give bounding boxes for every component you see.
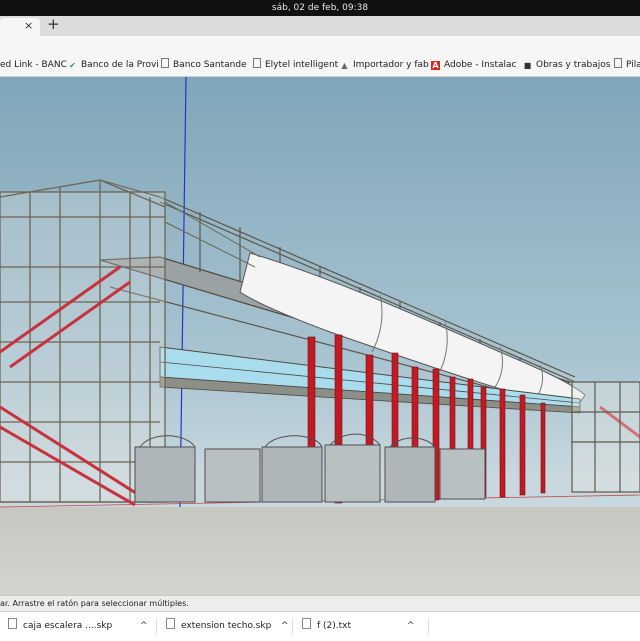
bookmark-label: ed Link - BANC [0, 60, 67, 70]
download-filename: f (2).txt [317, 621, 352, 631]
bookmark-item[interactable]: Elytel intelligent [253, 54, 338, 76]
status-bar: ar. Arrastre el ratón para seleccionar m… [0, 595, 640, 611]
download-filename: extension techo.skp [181, 621, 272, 631]
bookmark-label: Banco Santande [173, 60, 247, 70]
downloads-bar: caja escalera ....skp ^ extension techo.… [0, 611, 640, 641]
text-file-icon [302, 618, 311, 629]
browser-tab[interactable]: × [0, 18, 40, 36]
triangle-icon: ▲ [341, 61, 348, 70]
right-frame-structure [571, 381, 640, 493]
bookmark-item[interactable]: Pila [614, 54, 640, 76]
bookmarks-bar: ed Link - BANC ✔ Banco de la Provi Banco … [0, 54, 640, 77]
bookmark-item[interactable]: ✔ Banco de la Provi [68, 54, 159, 76]
bookmark-item[interactable]: A Adobe - Instalac [431, 54, 517, 76]
download-options-caret[interactable]: ^ [281, 612, 289, 641]
bookmark-label: Adobe - Instalac [444, 60, 517, 70]
bookmark-item[interactable]: ed Link - BANC [0, 54, 67, 76]
bookmark-label: Obras y trabajos [536, 60, 611, 70]
bookmark-item[interactable]: ▲ Importador y fab [340, 54, 429, 76]
file-icon [166, 618, 175, 629]
system-top-bar: sáb, 02 de feb, 09:38 [0, 0, 640, 16]
tab-close-button[interactable]: × [24, 19, 33, 32]
bookmark-item[interactable]: ■ Obras y trabajos [523, 54, 611, 76]
sketchup-3d-viewport[interactable] [0, 77, 640, 595]
adobe-icon: A [431, 61, 440, 70]
download-filename: caja escalera ....skp [23, 621, 113, 631]
bookmark-item[interactable]: Banco Santande [161, 54, 247, 76]
download-item[interactable]: extension techo.skp ^ [166, 612, 291, 641]
page-icon [614, 58, 622, 68]
bookmark-label: Importador y fab [353, 60, 429, 70]
address-bar-area [0, 36, 640, 54]
tool-icon: ■ [523, 61, 532, 70]
page-icon [253, 58, 261, 68]
download-options-caret[interactable]: ^ [140, 612, 148, 641]
system-clock: sáb, 02 de feb, 09:38 [271, 3, 369, 13]
steel-structure-model [0, 77, 640, 508]
blue-axis-line [179, 77, 187, 508]
download-item[interactable]: f (2).txt ^ [302, 612, 427, 641]
bookmark-label: Pila [626, 60, 640, 70]
download-options-caret[interactable]: ^ [407, 612, 415, 641]
bookmark-label: Banco de la Provi [81, 60, 159, 70]
file-icon [8, 618, 17, 629]
status-text: ar. Arrastre el ratón para seleccionar m… [0, 599, 189, 608]
page-icon [161, 58, 169, 68]
bank-icon: ✔ [69, 61, 76, 70]
download-separator [428, 618, 429, 635]
browser-tab-strip: × + [0, 15, 640, 36]
download-separator [156, 618, 157, 635]
bookmark-label: Elytel intelligent [265, 60, 339, 70]
download-separator [292, 618, 293, 635]
download-item[interactable]: caja escalera ....skp ^ [8, 612, 148, 641]
new-tab-button[interactable]: + [47, 15, 60, 33]
